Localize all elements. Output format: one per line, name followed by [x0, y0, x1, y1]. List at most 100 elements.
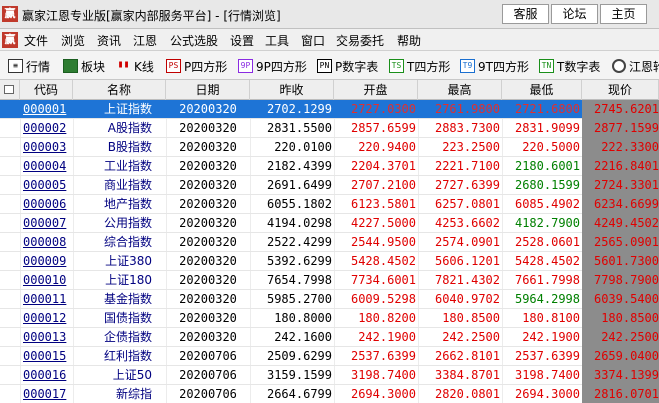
row-low: 4182.7900 — [514, 216, 580, 230]
row-current: 2816.0701 — [582, 385, 659, 403]
row-code[interactable]: 000001 — [20, 100, 73, 119]
table-row[interactable]: 000013 企债指数 20200320 242.1600 242.1900 242.25… — [0, 328, 659, 347]
p-square-button[interactable]: PS P四方形 — [166, 58, 227, 74]
row-prev-close: 2831.5500 — [266, 121, 332, 135]
column-header-prev-close[interactable]: 昨收 — [250, 80, 334, 100]
row-code[interactable]: 000008 — [20, 233, 73, 252]
row-code[interactable]: 000004 — [20, 157, 73, 176]
p-table-button[interactable]: PN P数字表 — [317, 58, 378, 74]
row-date: 20200320 — [179, 254, 237, 268]
row-code[interactable]: 000005 — [20, 176, 73, 195]
menu-tools[interactable]: 工具 — [265, 32, 289, 49]
row-high: 2820.0801 — [434, 387, 500, 401]
row-code[interactable]: 000006 — [20, 195, 73, 214]
table-row[interactable]: 000001 上证指数 20200320 2702.1299 2727.0300 2761… — [0, 100, 659, 119]
header-corner[interactable] — [0, 80, 20, 100]
row-open: 2537.6399 — [350, 349, 416, 363]
quote-table: 代码 名称 日期 昨收 开盘 最高 最低 现价 000001 上证指数 202003… — [0, 80, 659, 403]
row-prev-close: 2702.1299 — [266, 102, 332, 116]
row-date: 20200706 — [179, 349, 237, 363]
table-row[interactable]: 000009 上证380 20200320 5392.6299 5428.4502 560… — [0, 252, 659, 271]
menu-file[interactable]: 文件 — [24, 32, 48, 49]
row-high: 3384.8701 — [434, 368, 500, 382]
table-settings-icon — [4, 85, 14, 94]
menu-formula-stock-pick[interactable]: 公式选股 — [170, 32, 218, 49]
table-row[interactable]: 000005 商业指数 20200320 2691.6499 2707.2100 2727… — [0, 176, 659, 195]
row-low: 2831.9099 — [514, 121, 580, 135]
row-code[interactable]: 000016 — [20, 366, 73, 385]
9p-square-button[interactable]: 9P 9P四方形 — [238, 58, 307, 74]
menu-browse[interactable]: 浏览 — [61, 32, 85, 49]
t-square-button[interactable]: TS T四方形 — [389, 58, 450, 74]
table-row[interactable]: 000012 国债指数 20200320 180.8000 180.8200 180.85… — [0, 309, 659, 328]
row-prev-close: 2691.6499 — [266, 178, 332, 192]
row-date: 20200320 — [179, 330, 237, 344]
row-high: 2727.6399 — [434, 178, 500, 192]
table-row[interactable]: 000010 上证180 20200320 7654.7998 7734.6001 782… — [0, 271, 659, 290]
row-code[interactable]: 000012 — [20, 309, 73, 328]
p-table-icon: PN — [317, 59, 332, 73]
row-code[interactable]: 000011 — [20, 290, 73, 309]
row-code[interactable]: 000010 — [20, 271, 73, 290]
row-code[interactable]: 000002 — [20, 119, 73, 138]
table-row[interactable]: 000016 上证50 20200706 3159.1599 3198.7400 3384… — [0, 366, 659, 385]
row-date: 20200320 — [179, 311, 237, 325]
quotes-button[interactable]: ≡ 行情 — [8, 58, 50, 74]
sector-button[interactable]: 板块 — [63, 58, 105, 74]
row-open: 220.9400 — [358, 140, 416, 154]
menu-gann[interactable]: 江恩 — [133, 32, 157, 49]
table-row[interactable]: 000015 红利指数 20200706 2509.6299 2537.6399 2662… — [0, 347, 659, 366]
table-row[interactable]: 000002 A股指数 20200320 2831.5500 2857.6599 2883… — [0, 119, 659, 138]
table-row[interactable]: 000008 综合指数 20200320 2522.4299 2544.9500 2574… — [0, 233, 659, 252]
column-header-current[interactable]: 现价 — [582, 80, 659, 100]
row-high: 4253.6602 — [434, 216, 500, 230]
row-prev-close: 2182.4399 — [266, 159, 332, 173]
column-header-open[interactable]: 开盘 — [334, 80, 418, 100]
column-header-high[interactable]: 最高 — [418, 80, 502, 100]
9t-square-button[interactable]: T9 9T四方形 — [460, 58, 529, 74]
row-code[interactable]: 000003 — [20, 138, 73, 157]
menu-trade-order[interactable]: 交易委托 — [336, 32, 384, 49]
gann-wheel-button[interactable]: 江恩轮 — [612, 58, 659, 74]
homepage-button[interactable]: 主页 — [600, 4, 647, 24]
table-row[interactable]: 000011 基金指数 20200320 5985.2700 6009.5298 6040… — [0, 290, 659, 309]
row-code[interactable]: 000007 — [20, 214, 73, 233]
menu-help[interactable]: 帮助 — [397, 32, 421, 49]
row-code[interactable]: 000015 — [20, 347, 73, 366]
row-date: 20200706 — [179, 387, 237, 401]
toolbar: ≡ 行情 板块 ▮▮ K线 PS P四方形 9P 9P四方形 PN P数字表 T… — [0, 51, 659, 80]
table-row[interactable]: 000017 新综指 20200706 2664.6799 2694.3000 2820.… — [0, 385, 659, 403]
menu-logo-icon[interactable]: 赢 — [2, 32, 18, 48]
row-open: 6123.5801 — [350, 197, 416, 211]
row-code[interactable]: 000009 — [20, 252, 73, 271]
column-header-date[interactable]: 日期 — [166, 80, 250, 100]
row-high: 180.8500 — [442, 311, 500, 325]
row-code[interactable]: 000017 — [20, 385, 73, 403]
row-prev-close: 242.1600 — [274, 330, 332, 344]
row-high: 242.2500 — [442, 330, 500, 344]
table-row[interactable]: 000007 公用指数 20200320 4194.0298 4227.5000 4253… — [0, 214, 659, 233]
kline-button[interactable]: ▮▮ K线 — [116, 58, 153, 74]
row-name: 基金指数 — [103, 292, 152, 306]
menu-settings[interactable]: 设置 — [230, 32, 254, 49]
table-row[interactable]: 000003 B股指数 20200320 220.0100 220.9400 223.25… — [0, 138, 659, 157]
row-code[interactable]: 000013 — [20, 328, 73, 347]
table-row[interactable]: 000006 地产指数 20200320 6055.1802 6123.5801 6257… — [0, 195, 659, 214]
column-header-low[interactable]: 最低 — [502, 80, 582, 100]
row-current: 5601.7300 — [582, 252, 659, 271]
column-header-name[interactable]: 名称 — [73, 80, 166, 100]
column-header-code[interactable]: 代码 — [20, 80, 73, 100]
gann-wheel-label: 江恩轮 — [629, 59, 659, 74]
customer-service-button[interactable]: 客服 — [502, 4, 549, 24]
row-name: 国债指数 — [103, 311, 152, 325]
row-prev-close: 2509.6299 — [266, 349, 332, 363]
row-high: 2761.9800 — [434, 102, 500, 116]
menu-info[interactable]: 资讯 — [97, 32, 121, 49]
forum-button[interactable]: 论坛 — [551, 4, 598, 24]
row-name: 上证180 — [105, 273, 152, 287]
menu-window[interactable]: 窗口 — [301, 32, 325, 49]
row-high: 7821.4302 — [434, 273, 500, 287]
t-table-button[interactable]: TN T数字表 — [539, 58, 600, 74]
row-current: 3374.1399 — [582, 366, 659, 385]
table-row[interactable]: 000004 工业指数 20200320 2182.4399 2204.3701 2221… — [0, 157, 659, 176]
